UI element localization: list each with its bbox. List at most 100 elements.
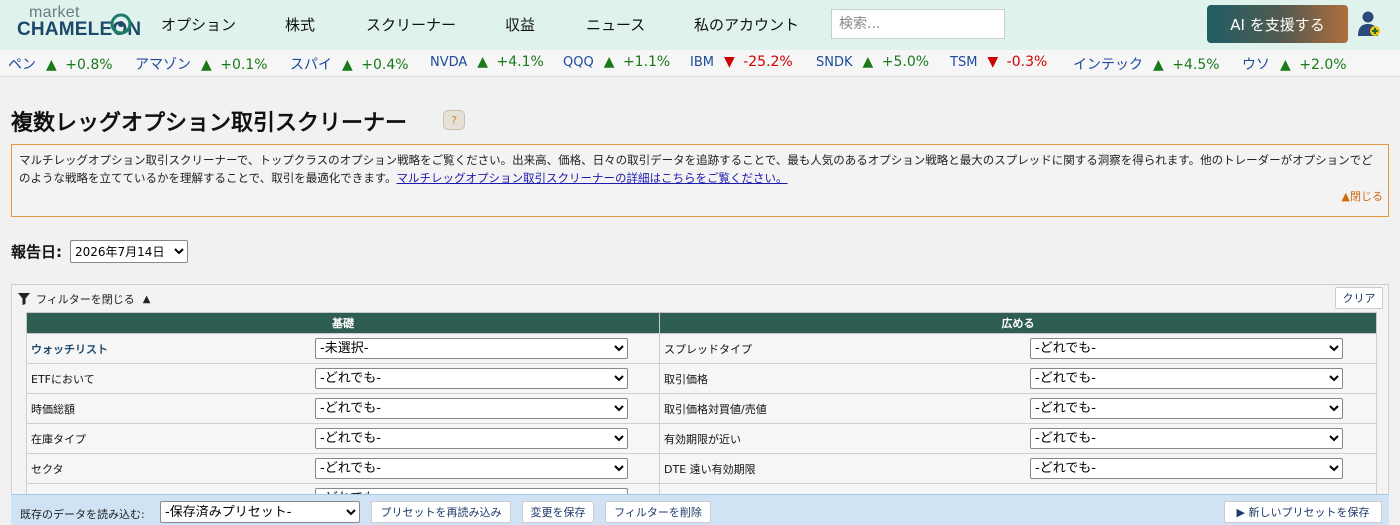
- filter-toggle-label: フィルターを閉じる: [36, 293, 135, 306]
- up-arrow-icon: ▲: [603, 54, 615, 70]
- watchlist-label[interactable]: ウォッチリスト: [31, 343, 108, 356]
- filter-panel: フィルターを閉じる ▲ クリア 基礎 広める ウォッチリスト -未選択- スプレ…: [11, 284, 1389, 524]
- filter-cell: 有効期限が近い -どれでも-: [659, 423, 1377, 454]
- preset-bar: 既存のデータを読み込む: -保存済みプリセット- プリセットを再読み込み 変更を…: [11, 494, 1389, 525]
- chameleon-eye-icon: [110, 13, 132, 35]
- spread-type-select[interactable]: -どれでも-: [1030, 338, 1343, 359]
- ticker-item[interactable]: QQQ ▲ +1.1%: [563, 54, 670, 70]
- close-description-link[interactable]: ▲閉じる: [1342, 188, 1383, 206]
- ticker-symbol: インテック: [1073, 57, 1143, 73]
- ticker-symbol: ウソ: [1242, 57, 1270, 73]
- column-header-advanced: 広める: [659, 312, 1377, 334]
- ticker-change: +2.0%: [1299, 57, 1347, 73]
- filter-table: 基礎 広める ウォッチリスト -未選択- スプレッドタイプ -どれでも- ETF…: [26, 312, 1377, 514]
- filter-cell: 取引価格対買値/売値 -どれでも-: [659, 393, 1377, 424]
- in-etf-select[interactable]: -どれでも-: [315, 368, 628, 389]
- ticker-item[interactable]: IBM ▼ -25.2%: [690, 54, 793, 70]
- near-expiry-label: 有効期限が近い: [664, 432, 741, 446]
- ticker-symbol: アマゾン: [135, 57, 191, 73]
- filter-cell: 時価総額 -どれでも-: [26, 393, 660, 424]
- up-arrow-icon: ▲: [1280, 57, 1291, 73]
- ticker-change: -25.2%: [743, 54, 793, 70]
- filter-toggle[interactable]: フィルターを閉じる ▲: [18, 291, 150, 307]
- nav-screeners[interactable]: スクリーナー: [366, 14, 456, 35]
- spread-type-label: スプレッドタイプ: [664, 342, 752, 356]
- description-box: マルチレッグオプション取引スクリーナーで、トップクラスのオプション戦略をご覧くだ…: [11, 144, 1389, 217]
- trade-price-select[interactable]: -どれでも-: [1030, 368, 1343, 389]
- search-input[interactable]: [831, 9, 1005, 39]
- ticker-symbol: NVDA: [430, 55, 468, 70]
- user-add-icon[interactable]: [1357, 10, 1381, 38]
- ticker-change: +0.4%: [361, 57, 409, 73]
- report-date-label: 報告日:: [11, 243, 62, 261]
- ticker-symbol: SNDK: [816, 55, 853, 70]
- ticker-change: +0.1%: [220, 57, 268, 73]
- up-arrow-icon: ▲: [201, 57, 212, 73]
- watchlist-select[interactable]: -未選択-: [315, 338, 628, 359]
- price-vs-bid-ask-label: 取引価格対買値/売値: [664, 402, 767, 416]
- nav-options[interactable]: オプション: [161, 14, 236, 35]
- ticker-item[interactable]: NVDA ▲ +4.1%: [430, 54, 544, 70]
- price-vs-bid-ask-select[interactable]: -どれでも-: [1030, 398, 1343, 419]
- up-arrow-icon: ▲: [862, 54, 874, 70]
- ticker-symbol: TSM: [950, 55, 978, 70]
- ticker-change: +1.1%: [622, 54, 671, 70]
- stock-type-select[interactable]: -どれでも-: [315, 428, 628, 449]
- ticker-item[interactable]: SNDK ▲ +5.0%: [816, 54, 929, 70]
- nav-my-account[interactable]: 私のアカウント: [694, 14, 799, 35]
- clear-button[interactable]: クリア: [1335, 287, 1383, 309]
- filter-cell: ウォッチリスト -未選択-: [26, 333, 660, 364]
- down-arrow-icon: ▼: [987, 54, 999, 70]
- dte-far-expiry-label: DTE 遠い有効期限: [664, 462, 756, 476]
- details-link[interactable]: マルチレッグオプション取引スクリーナーの詳細はこちらをご覧ください。: [397, 171, 788, 185]
- ticker-item[interactable]: ウソ ▲ +2.0%: [1242, 54, 1347, 74]
- logo[interactable]: market CHAMELEON: [17, 4, 141, 44]
- up-arrow-icon: ▲: [342, 57, 353, 73]
- ticker-change: +4.5%: [1172, 57, 1220, 73]
- ticker-change: +0.8%: [65, 57, 113, 73]
- filter-cell: スプレッドタイプ -どれでも-: [659, 333, 1377, 364]
- stock-type-label: 在庫タイプ: [31, 432, 86, 446]
- nav-news[interactable]: ニュース: [586, 14, 645, 35]
- market-cap-select[interactable]: -どれでも-: [315, 398, 628, 419]
- filter-cell: 在庫タイプ -どれでも-: [26, 423, 660, 454]
- filter-cell: DTE 遠い有効期限 -どれでも-: [659, 453, 1377, 484]
- report-date-select[interactable]: 2026年7月14日: [70, 240, 188, 263]
- ticker-symbol: IBM: [690, 55, 714, 70]
- column-header-basic: 基礎: [26, 312, 660, 334]
- up-arrow-icon: ▲: [46, 57, 57, 73]
- down-arrow-icon: ▼: [723, 54, 735, 70]
- page-title: 複数レッグオプション取引スクリーナー: [11, 111, 408, 136]
- near-expiry-select[interactable]: -どれでも-: [1030, 428, 1343, 449]
- nav-stocks[interactable]: 株式: [285, 14, 315, 35]
- collapse-arrow-icon: ▲: [142, 293, 151, 305]
- ticker-symbol: ペン: [8, 57, 36, 73]
- ticker-change: +5.0%: [881, 54, 930, 70]
- trade-price-label: 取引価格: [664, 372, 708, 386]
- up-arrow-icon: ▲: [1153, 57, 1164, 73]
- ticker-change: +4.1%: [496, 54, 544, 70]
- ticker-bar: ペン ▲ +0.8% アマゾン ▲ +0.1% スパイ ▲ +0.4% NVDA ▲ +…: [0, 50, 1400, 77]
- ticker-symbol: QQQ: [563, 55, 594, 70]
- top-header: market CHAMELEON オプション 株式 スクリーナー 収益 ニュース…: [0, 0, 1400, 50]
- ticker-change: -0.3%: [1006, 54, 1048, 70]
- dte-far-expiry-select[interactable]: -どれでも-: [1030, 458, 1343, 479]
- ticker-item[interactable]: ペン ▲ +0.8%: [8, 54, 113, 74]
- sector-label: セクタ: [31, 462, 64, 476]
- ticker-item[interactable]: アマゾン ▲ +0.1%: [135, 54, 268, 74]
- filter-cell: 取引価格 -どれでも-: [659, 363, 1377, 394]
- ticker-symbol: スパイ: [290, 57, 332, 73]
- filter-cell: ETFにおいて -どれでも-: [26, 363, 660, 394]
- in-etf-label: ETFにおいて: [31, 372, 95, 386]
- ticker-item[interactable]: スパイ ▲ +0.4%: [290, 54, 409, 74]
- help-icon[interactable]: ?: [443, 110, 465, 130]
- up-arrow-icon: ▲: [477, 54, 489, 70]
- nav-earnings[interactable]: 収益: [505, 14, 535, 35]
- ticker-item[interactable]: インテック ▲ +4.5%: [1073, 54, 1220, 74]
- ai-assist-button[interactable]: AI を支援する: [1207, 5, 1348, 43]
- sector-select[interactable]: -どれでも-: [315, 458, 628, 479]
- ticker-item[interactable]: TSM ▼ -0.3%: [950, 54, 1047, 70]
- market-cap-label: 時価総額: [31, 402, 75, 416]
- filter-cell: セクタ -どれでも-: [26, 453, 660, 484]
- filter-icon: [18, 293, 30, 305]
